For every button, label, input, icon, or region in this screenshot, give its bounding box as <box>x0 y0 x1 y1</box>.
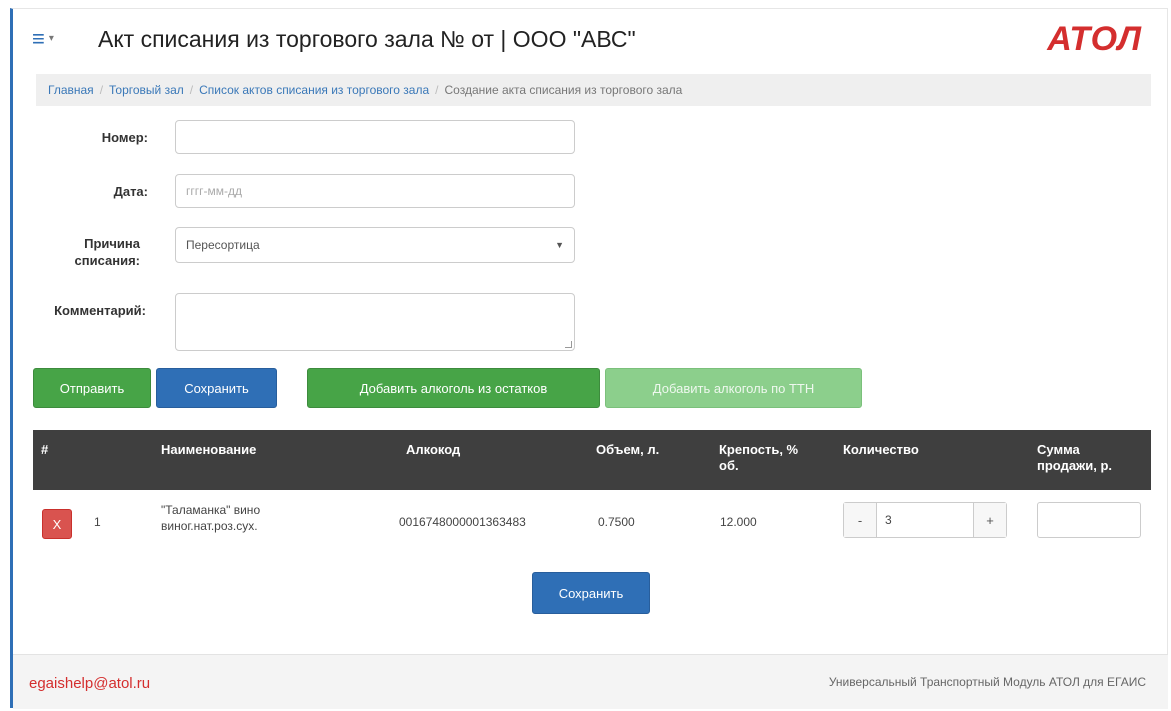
top-bar: ≡ ▾ Акт списания из торгового зала № от … <box>20 14 1160 62</box>
col-volume: Объем, л. <box>596 442 660 457</box>
row-num: 1 <box>94 515 101 529</box>
col-num: # <box>41 442 49 457</box>
col-quantity: Количество <box>843 442 919 457</box>
breadcrumb-current: Создание акта списания из торгового зала <box>444 83 683 97</box>
reason-select-value: Пересортица <box>186 238 260 252</box>
row-volume: 0.7500 <box>598 515 635 529</box>
table-header: # Наименование Алкокод Объем, л. Крепост… <box>33 430 1151 490</box>
hamburger-icon: ≡ <box>32 26 45 51</box>
page-title: Акт списания из торгового зала № от | ОО… <box>98 26 636 52</box>
sale-sum-field[interactable] <box>1037 502 1141 538</box>
quantity-minus-button[interactable]: - <box>844 503 877 537</box>
atol-logo: АТОЛ <box>1047 20 1142 58</box>
chevron-down-icon: ▾ <box>48 33 54 44</box>
date-label: Дата: <box>113 184 148 199</box>
number-field[interactable] <box>175 120 575 154</box>
delete-row-button[interactable]: X <box>42 509 72 539</box>
comment-wrapper <box>175 293 575 351</box>
row-name: "Таламанка" вино виног.нат.роз.сух. <box>161 503 261 533</box>
footer-product-name: Универсальный Транспортный Модуль АТОЛ д… <box>828 675 1146 689</box>
col-sum: Сумма продажи, р. <box>1037 442 1113 473</box>
footer: egaishelp@atol.ru Универсальный Транспор… <box>13 654 1168 709</box>
comment-label: Комментарий: <box>54 303 146 318</box>
date-field[interactable] <box>175 174 575 208</box>
number-label: Номер: <box>101 130 148 145</box>
row-alcocode: 0016748000001363483 <box>399 515 526 529</box>
table-row: X 1 "Таламанка" вино виног.нат.роз.сух. … <box>33 490 1151 554</box>
comment-field[interactable] <box>175 293 575 351</box>
save-button[interactable]: Сохранить <box>156 368 277 408</box>
col-alcocode: Алкокод <box>406 442 461 457</box>
col-strength: Крепость, % об. <box>719 442 799 473</box>
select-arrow-icon: ▼ <box>555 240 564 250</box>
support-email-link[interactable]: egaishelp@atol.ru <box>29 675 150 692</box>
breadcrumb-writeoff-list[interactable]: Список актов списания из торгового зала <box>199 83 429 97</box>
reason-label: Причина списания: <box>74 236 140 268</box>
send-button[interactable]: Отправить <box>33 368 151 408</box>
quantity-stepper: - 3 + <box>843 502 1007 538</box>
add-from-stock-button[interactable]: Добавить алкоголь из остатков <box>307 368 600 408</box>
row-strength: 12.000 <box>720 515 757 529</box>
bottom-save-button[interactable]: Сохранить <box>532 572 650 614</box>
breadcrumb-home[interactable]: Главная <box>48 83 94 97</box>
resize-grip-icon[interactable] <box>565 341 572 348</box>
quantity-input[interactable]: 3 <box>877 503 973 537</box>
reason-select[interactable]: Пересортица ▼ <box>175 227 575 263</box>
breadcrumb-sales-floor[interactable]: Торговый зал <box>109 83 184 97</box>
col-name: Наименование <box>161 442 257 457</box>
add-by-ttn-button[interactable]: Добавить алкоголь по ТТН <box>605 368 862 408</box>
breadcrumb: Главная / Торговый зал / Список актов списан… <box>36 74 1151 106</box>
quantity-plus-button[interactable]: + <box>973 503 1006 537</box>
menu-button[interactable]: ≡ ▾ <box>32 28 54 50</box>
